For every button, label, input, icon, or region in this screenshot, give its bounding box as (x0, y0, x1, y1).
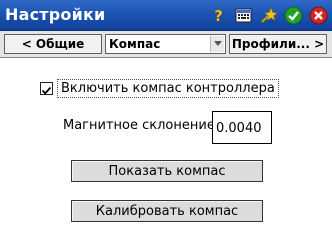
show-compass-button[interactable]: Показать компас (71, 160, 263, 182)
enable-compass-label[interactable]: Включить компас контроллера (57, 79, 279, 98)
chevron-down-icon[interactable] (210, 36, 224, 52)
magnetic-declination-label: Магнитное склонение: (63, 118, 220, 133)
page-selector-value: Компас (109, 37, 161, 51)
calibrate-compass-button[interactable]: Калибровать компас (71, 200, 263, 222)
magnetic-declination-field[interactable]: 0.0040 (212, 111, 272, 144)
close-icon[interactable] (309, 6, 328, 25)
page-selector[interactable]: Компас (105, 34, 226, 54)
window-title: Настройки (5, 5, 106, 24)
star-icon[interactable] (259, 6, 278, 25)
enable-compass-checkbox[interactable] (40, 82, 53, 95)
next-page-button[interactable]: Профили... > (229, 34, 327, 54)
help-icon[interactable]: ? (209, 6, 228, 25)
previous-page-button[interactable]: < Общие (4, 34, 102, 54)
ok-icon[interactable] (284, 6, 303, 25)
checkmark-icon (41, 86, 52, 95)
title-bar: Настройки ? (0, 0, 332, 31)
navigation-bar: < Общие Компас Профили... > (0, 31, 332, 58)
title-icons: ? (209, 6, 328, 25)
svg-text:?: ? (214, 7, 223, 25)
keyboard-icon[interactable] (234, 6, 253, 25)
